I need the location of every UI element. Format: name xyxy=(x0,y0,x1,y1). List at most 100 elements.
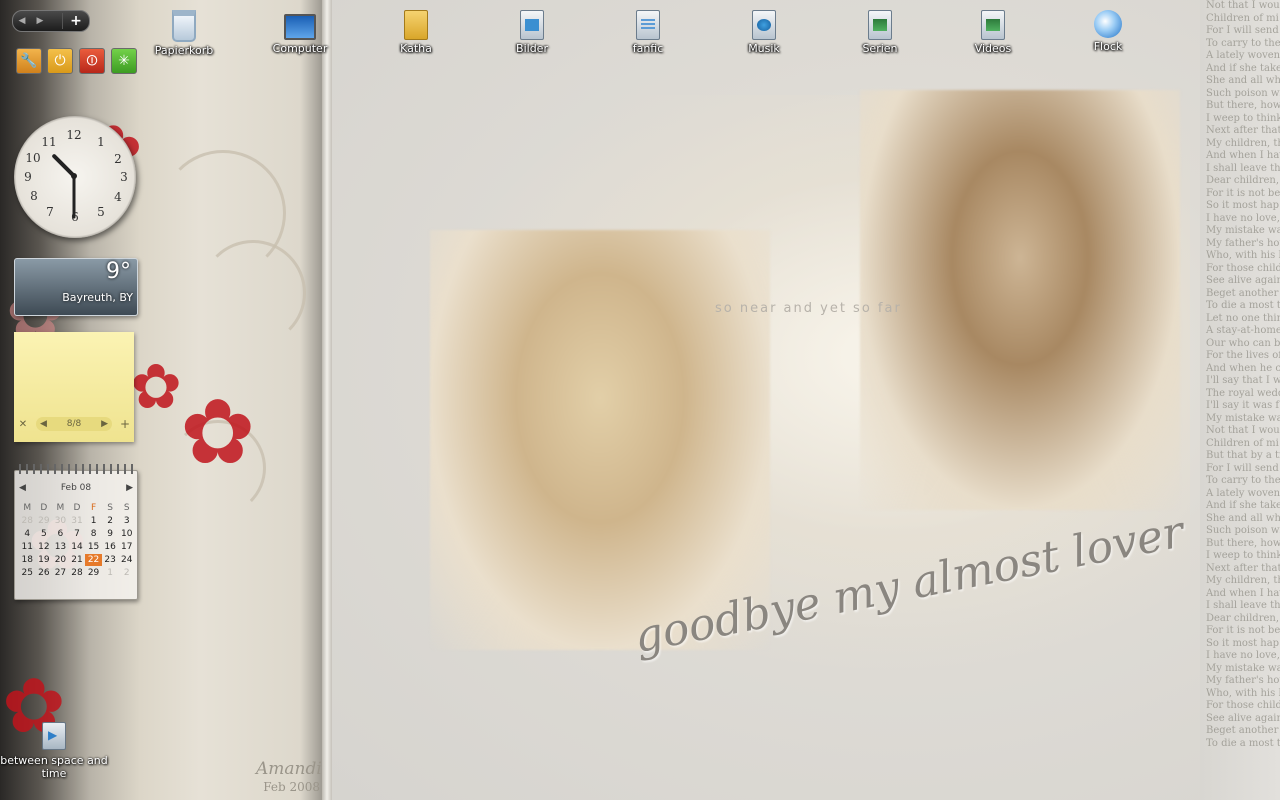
wallpaper-text-line: She and all who xyxy=(1206,512,1280,524)
desktop-shortcut-label: between space and time xyxy=(0,754,108,780)
tools-button[interactable]: 🔧 xyxy=(16,48,42,74)
calendar-day[interactable]: 31 xyxy=(69,515,86,527)
notes-next-button[interactable]: ▶ xyxy=(101,419,108,429)
calendar-day[interactable]: 17 xyxy=(118,541,135,553)
desktop-icon-flock[interactable]: Flock xyxy=(1068,10,1148,53)
wallpaper-flower: ✿ xyxy=(180,380,256,485)
calendar-day[interactable]: 9 xyxy=(102,528,119,540)
wallpaper-divider xyxy=(322,0,332,800)
calendar-day[interactable]: 3 xyxy=(118,515,135,527)
power-sleep-icon: ⏻ xyxy=(54,53,66,69)
calendar-spiral-rings xyxy=(19,464,133,474)
calendar-day[interactable]: 26 xyxy=(36,567,53,579)
calendar-day[interactable]: 16 xyxy=(102,541,119,553)
calendar-day[interactable]: 6 xyxy=(52,528,69,540)
desktop-icon-label: Flock xyxy=(1093,40,1123,53)
wallpaper-text-line: A lately woven xyxy=(1206,487,1280,499)
wallpaper-text-line: See alive again xyxy=(1206,275,1280,286)
calendar-day[interactable]: 21 xyxy=(69,554,86,566)
calendar-day[interactable]: 28 xyxy=(69,567,86,579)
calendar-day[interactable]: 18 xyxy=(19,554,36,566)
wallpaper-text-line: See alive again xyxy=(1206,712,1280,724)
calendar-day[interactable]: 28 xyxy=(19,515,36,527)
calendar-day[interactable]: 30 xyxy=(52,515,69,527)
notes-add-button[interactable]: + xyxy=(116,417,134,431)
clock-minute-hand xyxy=(72,176,76,218)
wallpaper-portrait-woman xyxy=(430,230,770,650)
calendar-day[interactable]: 5 xyxy=(36,528,53,540)
clock-numeral: 12 xyxy=(66,128,82,142)
wallpaper-text-line: Not that I would xyxy=(1206,0,1280,11)
calendar-day[interactable]: 14 xyxy=(69,541,86,553)
calendar-day[interactable]: 2 xyxy=(102,515,119,527)
calendar-day[interactable]: 23 xyxy=(102,554,119,566)
calendar-day[interactable]: 4 xyxy=(19,528,36,540)
sidebar-add-gadget-button[interactable]: + xyxy=(62,13,89,29)
wallpaper-text-line: Beget another c xyxy=(1206,287,1280,299)
notes-delete-button[interactable]: ✕ xyxy=(14,419,32,430)
desktop-icon-videos[interactable]: Videos xyxy=(953,10,1033,55)
calendar-day[interactable]: 25 xyxy=(19,567,36,579)
calendar-day[interactable]: 24 xyxy=(118,554,135,566)
desktop-icon-bilder[interactable]: Bilder xyxy=(492,10,572,55)
calendar-day[interactable]: 29 xyxy=(36,515,53,527)
calendar-day[interactable]: 15 xyxy=(85,541,102,553)
wallpaper-text-line: So it most hap xyxy=(1206,637,1280,649)
calendar-weekday: D xyxy=(73,503,81,513)
desktop-icon-computer[interactable]: Computer xyxy=(260,10,340,55)
sleep-button[interactable]: ⏻ xyxy=(47,48,73,74)
calendar-day[interactable]: 2 xyxy=(118,567,135,579)
calendar-day[interactable]: 12 xyxy=(36,541,53,553)
wallpaper-text-line: And when I have xyxy=(1206,150,1280,161)
wallpaper-text-line: I shall leave the xyxy=(1206,600,1280,611)
notes-gadget[interactable]: ✕ ◀ 8/8 ▶ + xyxy=(14,332,134,442)
weather-temperature: 9° xyxy=(106,259,131,284)
calendar-day[interactable]: 7 xyxy=(69,528,86,540)
wallpaper-text-line: Who, with his h xyxy=(1206,250,1280,261)
weather-location: Bayreuth, BY xyxy=(62,291,133,304)
calendar-day[interactable]: 13 xyxy=(52,541,69,553)
wallpaper-text-line: Dear children, xyxy=(1206,175,1280,186)
clock-gadget[interactable]: 12 1 2 3 4 5 6 7 8 9 10 11 xyxy=(14,116,136,238)
documents-library-icon xyxy=(636,10,660,40)
desktop-shortcut[interactable]: between space and time xyxy=(0,722,108,780)
calendar-day[interactable]: 20 xyxy=(52,554,69,566)
computer-icon xyxy=(284,14,316,40)
calendar-gadget[interactable]: ◀ Feb 08 ▶ M D M D F S S 28 29 30 31 1 2 3 4 5 6 7 8 9 10 11 1… xyxy=(14,464,138,600)
desktop-icon-katha[interactable]: Katha xyxy=(376,10,456,55)
notes-prev-button[interactable]: ◀ xyxy=(40,419,47,429)
calendar-day[interactable]: 27 xyxy=(52,567,69,579)
clock-numeral: 3 xyxy=(120,170,128,184)
wallpaper-text-line: My children, th xyxy=(1206,137,1280,149)
calendar-day[interactable]: 29 xyxy=(85,567,102,579)
desktop-icon-fanfic[interactable]: fanfic xyxy=(608,10,688,55)
calendar-day[interactable]: 19 xyxy=(36,554,53,566)
clock-numeral: 11 xyxy=(41,135,57,149)
sidebar-prev-button[interactable]: ◀ xyxy=(13,16,31,26)
calendar-day[interactable]: 1 xyxy=(102,567,119,579)
weather-gadget[interactable]: 9° Bayreuth, BY xyxy=(14,258,138,316)
calendar-today[interactable]: 22 xyxy=(85,554,102,566)
desktop-icon-serien[interactable]: Serien xyxy=(840,10,920,55)
wallpaper-text-line: Who, with his h xyxy=(1206,687,1280,699)
sidebar-next-button[interactable]: ▶ xyxy=(31,16,49,26)
calendar-next-month-button[interactable]: ▶ xyxy=(126,483,133,493)
clock-numeral: 4 xyxy=(114,190,122,204)
clock-numeral: 10 xyxy=(25,151,41,165)
calendar-prev-month-button[interactable]: ◀ xyxy=(19,483,26,493)
wallpaper-text-line: For it is not bea xyxy=(1206,187,1280,199)
calendar-weekday: M xyxy=(56,503,65,513)
calendar-day[interactable]: 8 xyxy=(85,528,102,540)
green-gadget-button[interactable]: ✳ xyxy=(111,48,137,74)
wallpaper-text-line: But there, howe xyxy=(1206,100,1280,111)
desktop-icon-musik[interactable]: Musik xyxy=(724,10,804,55)
calendar-day[interactable]: 1 xyxy=(85,515,102,527)
calendar-day[interactable]: 10 xyxy=(118,528,135,540)
wallpaper-text-line: A stay-at-home xyxy=(1206,325,1280,336)
wallpaper-text-line: For those childre xyxy=(1206,262,1280,274)
shutdown-button[interactable]: ⏼ xyxy=(79,48,105,74)
desktop-icon-recycle-bin[interactable]: Papierkorb xyxy=(144,10,224,57)
sidebar-controls: ◀ ▶ + xyxy=(12,10,90,32)
calendar-day[interactable]: 11 xyxy=(19,541,36,553)
desktop-icon-label: Musik xyxy=(748,42,780,55)
